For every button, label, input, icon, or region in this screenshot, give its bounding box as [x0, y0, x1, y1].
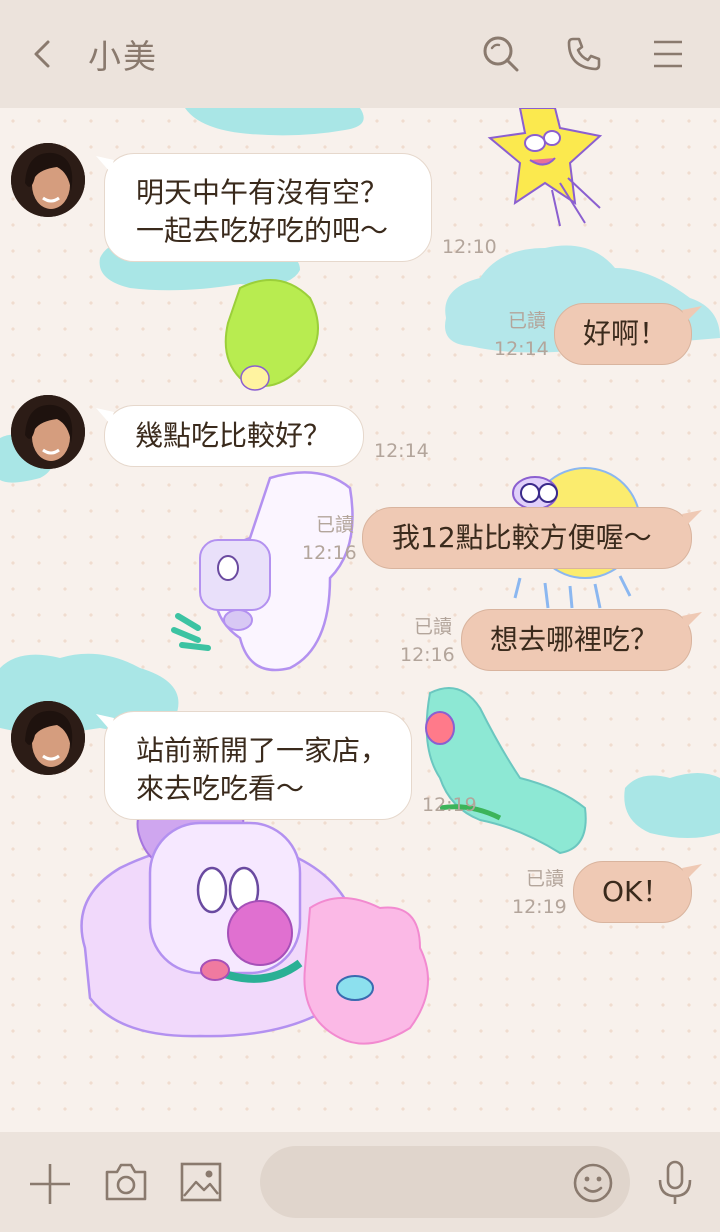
message-text: OK！ — [602, 875, 671, 908]
avatar-photo-icon — [11, 143, 85, 217]
message-time: 12:10 — [442, 236, 497, 258]
message-text: 好啊！ — [583, 317, 668, 350]
plus-icon[interactable] — [28, 1162, 72, 1206]
chat-title: 小美 — [88, 37, 158, 76]
message-bubble-outgoing[interactable]: 想去哪裡吃？ — [461, 609, 692, 671]
message-time: 12:19 — [422, 794, 477, 816]
message-bubble-incoming[interactable]: 幾點吃比較好？ — [104, 405, 364, 467]
message-text: 來去吃吃看～ — [136, 772, 305, 805]
read-receipt: 已讀 — [525, 868, 564, 890]
avatar-photo-icon — [11, 701, 85, 775]
message-text: 一起去吃好吃的吧～ — [136, 214, 389, 247]
message-time: 12:16 — [400, 644, 455, 666]
read-receipt: 已讀 — [413, 616, 452, 638]
search-icon[interactable] — [481, 34, 521, 74]
message-text: 幾點吃比較好？ — [135, 419, 332, 452]
message-time: 12:19 — [512, 896, 567, 918]
message-text: 明天中午有沒有空？ — [136, 176, 389, 209]
contact-avatar[interactable] — [11, 395, 85, 469]
avatar-photo-icon — [11, 395, 85, 469]
message-bubble-incoming[interactable]: 站前新開了一家店， 來去吃吃看～ — [104, 711, 412, 820]
chat-header: 小美 — [0, 0, 720, 108]
message-text: 想去哪裡吃？ — [490, 623, 659, 656]
message-time: 12:14 — [374, 440, 429, 462]
message-text: 站前新開了一家店， — [136, 734, 389, 767]
camera-icon[interactable] — [104, 1162, 148, 1202]
message-time: 12:14 — [494, 338, 549, 360]
hamburger-menu-icon[interactable] — [648, 34, 688, 74]
contact-avatar[interactable] — [11, 701, 85, 775]
message-text: 我12點比較方便喔～ — [392, 521, 652, 554]
message-bubble-incoming[interactable]: 明天中午有沒有空？ 一起去吃好吃的吧～ — [104, 153, 432, 262]
message-bubble-outgoing[interactable]: 我12點比較方便喔～ — [362, 507, 692, 569]
chat-area[interactable]: 明天中午有沒有空？ 一起去吃好吃的吧～ 12:10 已讀 12:14 好啊！ 幾… — [0, 108, 720, 1132]
contact-avatar[interactable] — [11, 143, 85, 217]
read-receipt: 已讀 — [507, 310, 546, 332]
read-receipt: 已讀 — [315, 514, 354, 536]
emoji-icon[interactable] — [572, 1162, 614, 1204]
phone-icon[interactable] — [564, 34, 604, 74]
message-bubble-outgoing[interactable]: OK！ — [573, 861, 692, 923]
message-time: 12:16 — [302, 542, 357, 564]
image-icon[interactable] — [180, 1162, 222, 1202]
message-bubble-outgoing[interactable]: 好啊！ — [554, 303, 692, 365]
chevron-left-icon[interactable] — [26, 36, 62, 72]
microphone-icon[interactable] — [656, 1160, 694, 1206]
